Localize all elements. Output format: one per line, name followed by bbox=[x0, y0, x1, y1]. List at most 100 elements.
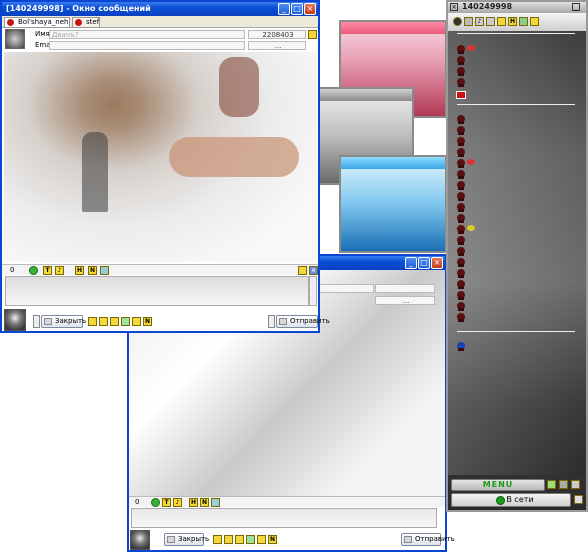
status-button[interactable]: В сети bbox=[451, 493, 571, 507]
contact-list-toolbar: ♪ H bbox=[448, 13, 586, 31]
minimize-button[interactable]: _ bbox=[278, 3, 290, 15]
contact-item[interactable] bbox=[457, 126, 465, 135]
info-icon[interactable]: N bbox=[88, 266, 97, 275]
smiley-panel-icon[interactable] bbox=[213, 535, 222, 544]
contact-item[interactable] bbox=[457, 45, 465, 54]
notes-icon[interactable] bbox=[530, 17, 539, 26]
contact-item[interactable] bbox=[457, 302, 465, 311]
name-field[interactable]: Двачъ? bbox=[49, 30, 245, 39]
close-options-button[interactable] bbox=[33, 315, 40, 328]
group-separator bbox=[457, 331, 575, 332]
notes-icon[interactable]: N bbox=[268, 535, 277, 544]
input-scrollbar[interactable] bbox=[309, 276, 317, 306]
smile-icon[interactable] bbox=[29, 266, 38, 275]
lock-icon[interactable] bbox=[257, 535, 266, 544]
user-icon[interactable] bbox=[235, 535, 244, 544]
search-user-icon[interactable] bbox=[486, 17, 495, 26]
history-icon[interactable]: H bbox=[189, 498, 198, 507]
maximize-button[interactable]: □ bbox=[418, 257, 430, 269]
contact-item[interactable] bbox=[457, 280, 465, 289]
smile-icon[interactable] bbox=[151, 498, 160, 507]
picture-icon[interactable] bbox=[211, 498, 220, 507]
smiley-panel-icon[interactable] bbox=[88, 317, 97, 326]
tab-label: stef bbox=[86, 18, 100, 26]
contact-item[interactable] bbox=[457, 170, 465, 179]
refresh-icon[interactable] bbox=[246, 535, 255, 544]
maximize-button[interactable]: □ bbox=[291, 3, 303, 15]
sound-toggle-icon[interactable]: ♪ bbox=[475, 17, 484, 26]
contact-item[interactable] bbox=[457, 192, 465, 201]
contact-item[interactable] bbox=[457, 225, 465, 234]
translit-icon[interactable]: T bbox=[162, 498, 171, 507]
contact-item[interactable] bbox=[457, 78, 465, 87]
folder-icon[interactable] bbox=[99, 317, 108, 326]
sound-icon[interactable]: ♪ bbox=[173, 498, 182, 507]
contact-item[interactable] bbox=[457, 137, 465, 146]
email-field[interactable] bbox=[49, 41, 245, 50]
close-window-button[interactable]: × bbox=[431, 257, 443, 269]
options-icon[interactable] bbox=[519, 17, 528, 26]
contact-item[interactable] bbox=[457, 115, 465, 124]
email-button[interactable]: ... bbox=[248, 41, 306, 50]
contact-item[interactable] bbox=[457, 56, 465, 65]
contact-item[interactable] bbox=[457, 148, 465, 157]
contact-item[interactable] bbox=[457, 258, 465, 267]
history-icon[interactable]: H bbox=[508, 17, 517, 26]
send-button-label: Отправить bbox=[290, 317, 330, 325]
skin-preview-blue-titlebar bbox=[341, 157, 445, 169]
sound-icon[interactable]: ♪ bbox=[55, 266, 64, 275]
translit-icon[interactable]: T bbox=[43, 266, 52, 275]
close-window-button[interactable]: × bbox=[304, 3, 316, 15]
history-icon[interactable]: H bbox=[75, 266, 84, 275]
user-details-icon[interactable] bbox=[308, 30, 317, 39]
privacy-icon[interactable] bbox=[559, 480, 568, 489]
contact-item[interactable] bbox=[457, 236, 465, 245]
send-button[interactable]: Отправить bbox=[401, 533, 455, 546]
contact-item[interactable] bbox=[457, 159, 465, 168]
headphones-icon[interactable] bbox=[571, 480, 580, 489]
contact-item[interactable] bbox=[457, 291, 465, 300]
menu-button[interactable]: MENU bbox=[451, 479, 545, 491]
contact-uin-field[interactable] bbox=[375, 284, 435, 293]
picture-icon[interactable] bbox=[100, 266, 109, 275]
minimize-button[interactable]: _ bbox=[405, 257, 417, 269]
show-offline-icon[interactable] bbox=[453, 17, 462, 26]
status-menu-icon[interactable] bbox=[574, 495, 583, 504]
contact-item[interactable] bbox=[457, 247, 465, 256]
close-button[interactable]: Закрыть bbox=[164, 533, 209, 546]
contact-item[interactable] bbox=[457, 313, 465, 322]
band-member-figure bbox=[219, 57, 259, 117]
tab-bolshaya-nehochuha[interactable]: Bol'shaya_nehochuha bbox=[4, 17, 70, 28]
message-input[interactable] bbox=[5, 276, 309, 306]
lock-icon[interactable] bbox=[132, 317, 141, 326]
contact-item-online[interactable] bbox=[457, 342, 465, 351]
avatar bbox=[4, 309, 26, 331]
send-options-button[interactable] bbox=[268, 315, 275, 328]
contact-item[interactable] bbox=[457, 67, 465, 76]
close-icon[interactable]: × bbox=[450, 3, 458, 11]
tab-stef[interactable]: stef bbox=[72, 17, 100, 28]
user-icon[interactable] bbox=[110, 317, 119, 326]
close-tab-icon[interactable]: × bbox=[309, 266, 318, 275]
info-icon[interactable]: N bbox=[200, 498, 209, 507]
groups-icon[interactable] bbox=[464, 17, 473, 26]
refresh-icon[interactable] bbox=[121, 317, 130, 326]
email-button[interactable]: ... bbox=[375, 296, 435, 305]
notes-icon[interactable] bbox=[298, 266, 307, 275]
pencil-icon[interactable] bbox=[497, 17, 506, 26]
notes-icon[interactable]: N bbox=[143, 317, 152, 326]
group-separator bbox=[457, 33, 575, 34]
contact-item[interactable] bbox=[457, 181, 465, 190]
message-input[interactable] bbox=[131, 508, 437, 528]
minimize-icon[interactable]: _ bbox=[572, 3, 580, 11]
contact-item[interactable] bbox=[457, 214, 465, 223]
contact-item[interactable] bbox=[457, 203, 465, 212]
eye-icon bbox=[467, 225, 475, 231]
xstatus-icon[interactable] bbox=[547, 480, 556, 489]
uin-field[interactable]: 2208403 bbox=[248, 30, 306, 39]
contact-item[interactable] bbox=[457, 269, 465, 278]
folder-icon[interactable] bbox=[224, 535, 233, 544]
send-button[interactable]: Отправить bbox=[276, 315, 330, 328]
eye-icon bbox=[467, 159, 475, 165]
close-button[interactable]: Закрыть bbox=[41, 315, 86, 328]
